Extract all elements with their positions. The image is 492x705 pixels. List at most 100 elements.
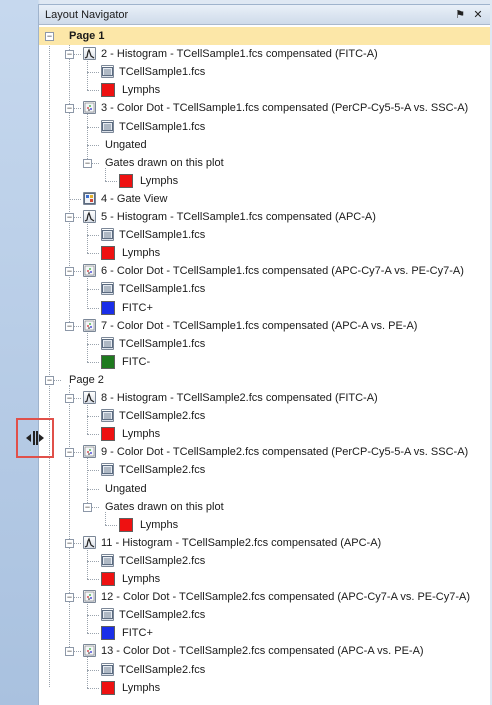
gate-color-swatch-icon xyxy=(101,572,115,586)
collapse-toggle-icon[interactable]: − xyxy=(65,267,74,277)
tree-node-label: TCellSample1.fcs xyxy=(119,120,206,133)
tree-row[interactable]: − 9 - Color Dot - TCellSample2.fcs compen… xyxy=(39,443,490,461)
tree-row[interactable]: Lymphs xyxy=(39,425,490,443)
tree-node-label: 2 - Histogram - TCellSample1.fcs compens… xyxy=(101,48,378,61)
collapse-toggle-icon[interactable]: − xyxy=(83,158,92,168)
gate-color-swatch-icon xyxy=(119,173,133,188)
collapse-toggle-icon[interactable]: − xyxy=(65,593,74,603)
layout-tree[interactable]: − Page 1 − 2 - Histogram - TCellSample1.fcs… xyxy=(39,27,490,705)
tree-row[interactable]: − 12 - Color Dot - TCellSample2.fcs compe… xyxy=(39,588,490,606)
tree-node-label: TCellSample2.fcs xyxy=(119,663,206,676)
tree-row[interactable]: − 2 - Histogram - TCellSample1.fcs compen… xyxy=(39,45,490,63)
tree-node-label: Ungated xyxy=(105,482,147,495)
tree-row[interactable]: FITC+ xyxy=(39,299,490,317)
tree-row[interactable]: − 11 - Histogram - TCellSample2.fcs compe… xyxy=(39,534,490,552)
tree-row[interactable]: 4 - Gate View xyxy=(39,190,490,208)
tree-row[interactable]: − 5 - Histogram - TCellSample1.fcs compen… xyxy=(39,208,490,226)
collapse-toggle-icon[interactable]: − xyxy=(65,538,74,548)
tree-node-label: 12 - Color Dot - TCellSample2.fcs compen… xyxy=(101,591,471,604)
tree-row[interactable]: TCellSample2.fcs xyxy=(39,461,490,479)
tree-page-node[interactable]: − Page 2 xyxy=(39,371,490,389)
tree-row[interactable]: Lymphs xyxy=(39,81,490,99)
fcs-file-icon xyxy=(101,336,114,350)
color-dot-plot-icon xyxy=(83,445,96,459)
collapse-toggle-icon[interactable]: − xyxy=(45,375,54,385)
tree-node-label: FITC+ xyxy=(122,301,153,314)
gate-view-icon xyxy=(83,191,96,205)
tree-row[interactable]: − Gates drawn on this plot xyxy=(39,498,490,516)
fcs-file-icon xyxy=(101,553,114,567)
tree-row[interactable]: Ungated xyxy=(39,480,490,498)
tree-node-label: Ungated xyxy=(105,138,147,151)
collapse-toggle-icon[interactable]: − xyxy=(65,213,74,222)
tree-node-label: Lymphs xyxy=(122,681,161,694)
fcs-file-icon xyxy=(101,119,114,133)
tree-node-label: TCellSample2.fcs xyxy=(119,410,206,423)
tree-node-label: 8 - Histogram - TCellSample2.fcs compens… xyxy=(101,392,378,404)
tree-row[interactable]: TCellSample1.fcs xyxy=(39,118,490,136)
tree-row[interactable]: Lymphs xyxy=(39,516,490,534)
tree-node-label: Gates drawn on this plot xyxy=(105,500,224,513)
collapse-toggle-icon[interactable]: − xyxy=(45,32,54,41)
collapse-toggle-icon[interactable]: − xyxy=(65,50,74,60)
collapse-toggle-icon[interactable]: − xyxy=(65,394,74,403)
tree-row[interactable]: TCellSample2.fcs xyxy=(39,407,490,425)
pin-icon[interactable]: ⚑ xyxy=(454,8,466,22)
tree-node-label: Page 1 xyxy=(69,30,105,42)
gate-color-swatch-icon xyxy=(101,83,115,98)
fcs-file-icon xyxy=(101,662,114,676)
tree-node-label: Page 2 xyxy=(69,373,104,386)
tree-row[interactable]: − 6 - Color Dot - TCellSample1.fcs compen… xyxy=(39,262,490,280)
tree-node-label: 4 - Gate View xyxy=(101,192,168,205)
close-icon[interactable]: ✕ xyxy=(472,8,484,22)
tree-row[interactable]: Ungated xyxy=(39,136,490,154)
fcs-file-icon xyxy=(101,608,114,622)
gate-color-swatch-icon xyxy=(101,680,115,695)
tree-row[interactable]: FITC+ xyxy=(39,624,490,642)
tree-row[interactable]: TCellSample1.fcs xyxy=(39,335,490,353)
tree-row[interactable]: FITC- xyxy=(39,353,490,371)
gate-color-swatch-icon xyxy=(101,300,115,315)
tree-row[interactable]: TCellSample1.fcs xyxy=(39,226,490,244)
tree-row[interactable]: TCellSample2.fcs xyxy=(39,552,490,570)
tree-row[interactable]: TCellSample2.fcs xyxy=(39,606,490,624)
tree-node-label: Lymphs xyxy=(122,573,161,585)
tree-node-label: TCellSample1.fcs xyxy=(119,66,206,79)
tree-row[interactable]: − Gates drawn on this plot xyxy=(39,154,490,172)
collapse-toggle-icon[interactable]: − xyxy=(65,104,74,114)
tree-node-label: Lymphs xyxy=(122,247,161,260)
tree-row[interactable]: Lymphs xyxy=(39,570,490,588)
panel-title-bar[interactable]: Layout Navigator ⚑ ✕ xyxy=(39,5,490,25)
color-dot-plot-icon xyxy=(83,101,96,115)
color-dot-plot-icon xyxy=(83,590,96,604)
tree-node-label: TCellSample2.fcs xyxy=(119,464,206,477)
collapse-toggle-icon[interactable]: − xyxy=(65,647,74,657)
histogram-plot-icon xyxy=(83,47,96,61)
fcs-file-icon xyxy=(101,65,114,79)
tree-row[interactable]: Lymphs xyxy=(39,172,490,190)
tree-node-label: 9 - Color Dot - TCellSample2.fcs compens… xyxy=(101,446,469,459)
tree-row[interactable]: Lymphs xyxy=(39,244,490,262)
color-dot-plot-icon xyxy=(83,318,96,332)
tree-row[interactable]: − 7 - Color Dot - TCellSample1.fcs compen… xyxy=(39,317,490,335)
tree-row[interactable]: Lymphs xyxy=(39,679,490,697)
tree-node-label: TCellSample1.fcs xyxy=(119,229,206,242)
fcs-file-icon xyxy=(101,282,114,296)
tree-page-node[interactable]: − Page 1 xyxy=(39,27,490,45)
tree-node-label: Lymphs xyxy=(122,428,161,441)
panel-resize-handle[interactable] xyxy=(16,418,54,458)
tree-row[interactable]: TCellSample1.fcs xyxy=(39,63,490,81)
tree-row[interactable]: − 3 - Color Dot - TCellSample1.fcs compen… xyxy=(39,99,490,117)
collapse-toggle-icon[interactable]: − xyxy=(65,321,74,331)
fcs-file-icon xyxy=(101,228,114,242)
title-buttons: ⚑ ✕ xyxy=(454,8,484,22)
tree-node-label: 5 - Histogram - TCellSample1.fcs compens… xyxy=(101,211,376,223)
tree-row[interactable]: TCellSample1.fcs xyxy=(39,280,490,298)
tree-row[interactable]: TCellSample2.fcs xyxy=(39,661,490,679)
gate-color-swatch-icon xyxy=(101,246,115,261)
tree-row[interactable]: − 13 - Color Dot - TCellSample2.fcs compe… xyxy=(39,642,490,660)
gate-color-swatch-icon xyxy=(119,517,133,532)
tree-row[interactable]: − 8 - Histogram - TCellSample2.fcs compen… xyxy=(39,389,490,407)
collapse-toggle-icon[interactable]: − xyxy=(83,502,92,512)
collapse-toggle-icon[interactable]: − xyxy=(65,448,74,458)
